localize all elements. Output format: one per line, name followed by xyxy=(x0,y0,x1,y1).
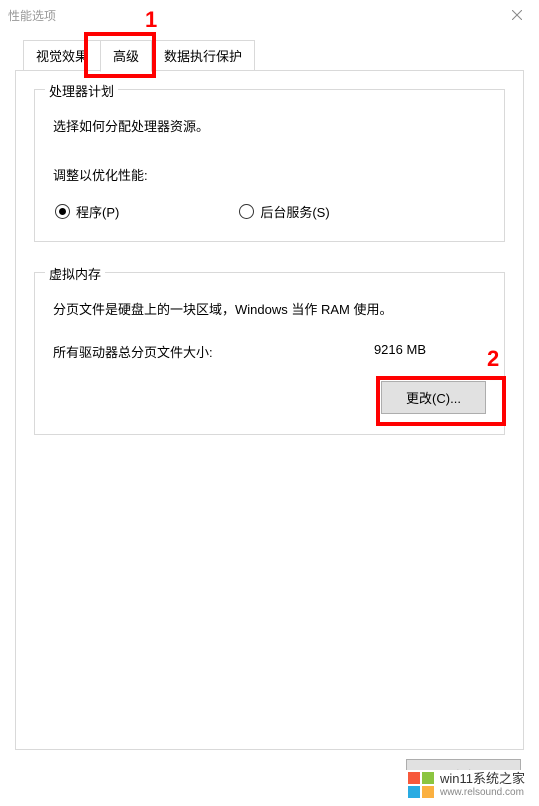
watermark: win11系统之家 www.relsound.com xyxy=(404,770,529,800)
window-title: 性能选项 xyxy=(8,7,56,24)
tab-dep[interactable]: 数据执行保护 xyxy=(151,40,255,71)
groupbox-processor-title: 处理器计划 xyxy=(45,81,118,100)
tab-visual-effects[interactable]: 视觉效果 xyxy=(23,40,101,71)
radio-group-performance: 程序(P) 后台服务(S) xyxy=(53,202,486,221)
processor-desc: 选择如何分配处理器资源。 xyxy=(53,116,486,135)
radio-icon xyxy=(239,204,254,219)
vmem-size-label: 所有驱动器总分页文件大小: xyxy=(53,342,213,361)
vmem-size-value: 9216 MB xyxy=(374,342,426,361)
vmem-desc: 分页文件是硬盘上的一块区域，Windows 当作 RAM 使用。 xyxy=(53,299,486,318)
radio-icon xyxy=(55,204,70,219)
watermark-line2: www.relsound.com xyxy=(440,787,525,798)
tab-panel-advanced: 处理器计划 选择如何分配处理器资源。 调整以优化性能: 程序(P) 后台服务(S… xyxy=(15,70,524,750)
tab-advanced[interactable]: 高级 xyxy=(100,40,152,72)
radio-programs[interactable]: 程序(P) xyxy=(55,202,119,221)
adjust-label: 调整以优化性能: xyxy=(53,165,486,184)
change-button[interactable]: 更改(C)... xyxy=(381,381,486,414)
annotation-number-2: 2 xyxy=(487,346,499,372)
radio-background-label: 后台服务(S) xyxy=(260,202,329,221)
watermark-text: win11系统之家 www.relsound.com xyxy=(440,772,525,797)
titlebar: 性能选项 xyxy=(0,0,539,30)
groupbox-vmem-title: 虚拟内存 xyxy=(45,264,105,283)
close-button[interactable] xyxy=(494,0,539,30)
watermark-line1: win11系统之家 xyxy=(440,772,525,786)
annotation-number-1: 1 xyxy=(145,7,157,33)
close-icon xyxy=(512,10,522,20)
radio-background-services[interactable]: 后台服务(S) xyxy=(239,202,329,221)
groupbox-processor: 处理器计划 选择如何分配处理器资源。 调整以优化性能: 程序(P) 后台服务(S… xyxy=(34,89,505,242)
watermark-icon xyxy=(408,772,434,798)
vmem-size-row: 所有驱动器总分页文件大小: 9216 MB xyxy=(53,342,486,361)
dialog-content: 视觉效果 高级 数据执行保护 处理器计划 选择如何分配处理器资源。 调整以优化性… xyxy=(0,30,539,766)
radio-programs-label: 程序(P) xyxy=(76,202,119,221)
groupbox-virtual-memory: 虚拟内存 分页文件是硬盘上的一块区域，Windows 当作 RAM 使用。 所有… xyxy=(34,272,505,435)
tab-strip: 视觉效果 高级 数据执行保护 xyxy=(23,40,524,71)
